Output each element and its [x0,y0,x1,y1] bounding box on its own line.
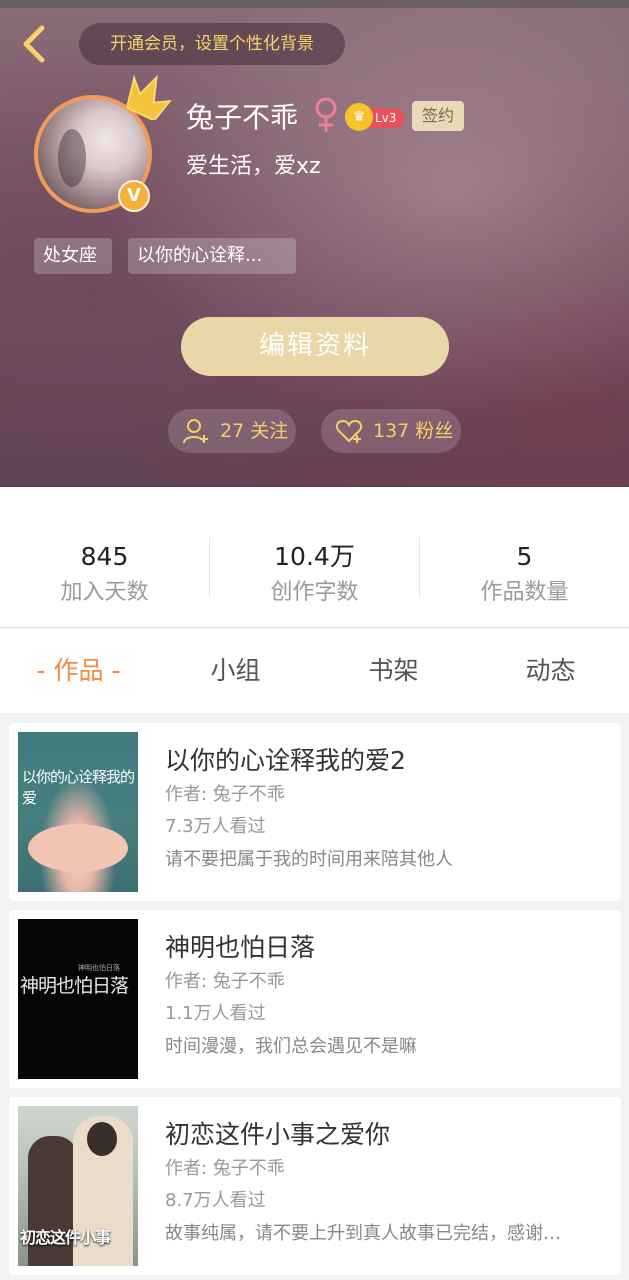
following-button[interactable]: 27 关注 [168,409,296,453]
work-description: 时间漫漫，我们总会遇见不是嘛 [165,1036,417,1057]
work-info: 神明也怕日落 作者: 兔子不乖 1.1万人看过 时间漫漫，我们总会遇见不是嘛 [165,930,615,1064]
following-label: 27 关注 [220,420,289,442]
work-info: 初恋这件小事之爱你 作者: 兔子不乖 8.7万人看过 故事纯属，请不要上升到真人… [165,1117,615,1251]
stat-join-days: 845 加入天数 [0,539,209,611]
verified-icon: V [118,180,150,212]
stat-label: 创作字数 [270,580,359,605]
edit-profile-button[interactable]: 编辑资料 [181,317,449,376]
username: 兔子不乖 [186,101,299,134]
crown-icon [125,74,172,120]
vip-background-banner[interactable]: 开通会员，设置个性化背景 [79,23,345,65]
work-author: 作者: 兔子不乖 [165,1158,285,1179]
work-title: 以你的心诠释我的爱2 [165,746,406,775]
work-title: 初恋这件小事之爱你 [165,1120,391,1149]
tab-works[interactable]: - 作品 - [0,629,157,713]
bio-text: 爱生活，爱xz [186,154,321,179]
work-views: 7.3万人看过 [165,816,266,837]
cover-title: 初恋这件小事 [20,1228,111,1247]
work-views: 8.7万人看过 [165,1190,266,1211]
stat-word-count: 10.4万 创作字数 [210,539,419,611]
tab-bookshelf[interactable]: 书架 [315,629,472,713]
work-description: 请不要把属于我的时间用来陪其他人 [165,849,453,870]
level-badge: Lv3 ♛ [345,103,405,131]
stat-value: 10.4万 [274,542,355,571]
cover-figure [28,824,128,872]
profile-header: 开通会员，设置个性化背景 V 兔子不乖 Lv3 ♛ 签约 爱生活，爱xz 处女座… [0,0,629,487]
divider [209,537,210,597]
back-button[interactable] [14,22,54,66]
work-card[interactable]: 神明也怕日落 神明也怕日落 神明也怕日落 作者: 兔子不乖 1.1万人看过 时间… [9,910,621,1088]
work-card[interactable]: 以你的心诠释我的爱 以你的心诠释我的爱2 作者: 兔子不乖 7.3万人看过 请不… [9,723,621,901]
work-info: 以你的心诠释我的爱2 作者: 兔子不乖 7.3万人看过 请不要把属于我的时间用来… [165,743,615,877]
stat-works-count: 5 作品数量 [420,539,629,611]
signed-badge: 签约 [412,101,464,131]
chevron-left-icon [23,25,45,63]
works-list: 以你的心诠释我的爱 以你的心诠释我的爱2 作者: 兔子不乖 7.3万人看过 请不… [0,713,629,1280]
book-cover: 初恋这件小事 [18,1106,138,1266]
work-description: 故事纯属，请不要上升到真人故事已完结，感谢… [165,1223,561,1244]
stats-row: 845 加入天数 10.4万 创作字数 5 作品数量 [0,487,629,628]
heart-icon [335,419,363,443]
work-author: 作者: 兔子不乖 [165,971,285,992]
profile-tag-zodiac[interactable]: 处女座 [34,238,112,274]
tab-activity[interactable]: 动态 [472,629,629,713]
work-title: 神明也怕日落 [165,933,316,962]
stat-label: 加入天数 [60,580,149,605]
cover-title: 神明也怕日落 [20,975,129,997]
divider [419,537,420,597]
profile-tabs: - 作品 - 小组 书架 动态 [0,629,629,713]
stat-label: 作品数量 [480,580,569,605]
tab-groups[interactable]: 小组 [157,629,314,713]
status-bar-strip [0,0,629,8]
fans-label: 137 粉丝 [373,420,454,442]
book-cover: 神明也怕日落 神明也怕日落 [18,919,138,1079]
cover-title: 以你的心诠释我的爱 [22,768,135,807]
user-add-icon [183,419,208,444]
book-cover: 以你的心诠释我的爱 [18,732,138,892]
profile-tag-work[interactable]: 以你的心诠释... [128,238,296,274]
work-views: 1.1万人看过 [165,1003,266,1024]
work-author: 作者: 兔子不乖 [165,784,285,805]
level-crown-icon: ♛ [345,103,373,131]
female-icon [315,97,337,132]
fans-button[interactable]: 137 粉丝 [321,409,461,453]
stat-value: 5 [516,542,533,571]
work-card[interactable]: 初恋这件小事 初恋这件小事之爱你 作者: 兔子不乖 8.7万人看过 故事纯属，请… [9,1097,621,1275]
stat-value: 845 [80,542,129,571]
